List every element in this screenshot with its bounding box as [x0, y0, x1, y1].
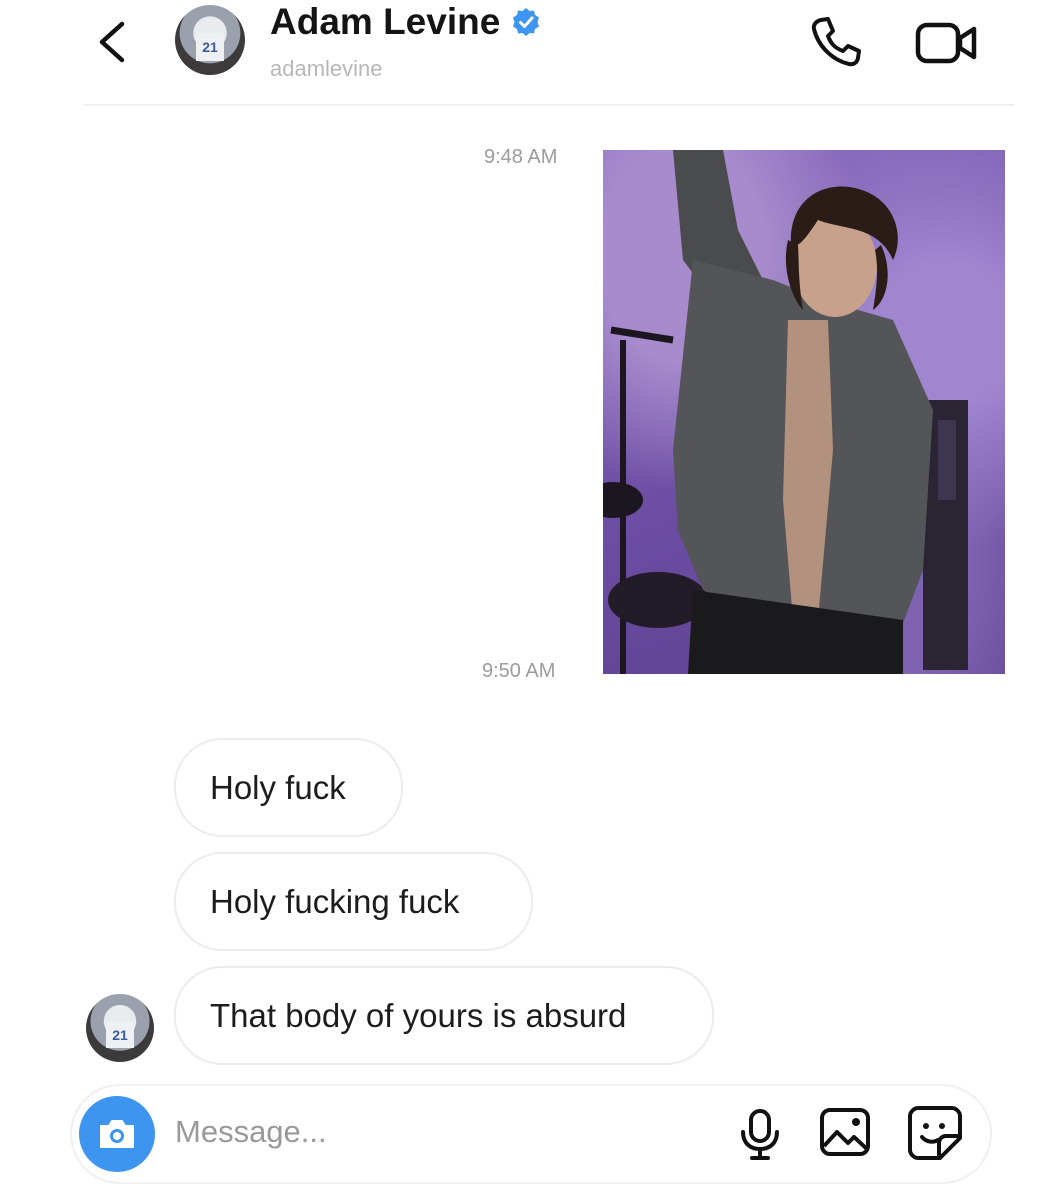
contact-name: Adam Levine [270, 1, 501, 42]
avatar[interactable]: 21 [175, 5, 245, 75]
avatar-jersey-number: 21 [196, 33, 224, 61]
chat-title[interactable]: Adam Levine [270, 1, 542, 43]
chevron-left-icon[interactable] [92, 20, 132, 64]
image-gallery-icon[interactable] [818, 1104, 874, 1160]
verified-badge-icon [513, 8, 540, 36]
avatar-jersey-number: 21 [106, 1021, 134, 1049]
message-timestamp: 9:50 AM [482, 660, 556, 682]
header-divider [84, 104, 1014, 106]
received-message-bubble[interactable]: Holy fuck [174, 738, 403, 837]
message-text: Holy fuck [210, 768, 346, 806]
message-input[interactable]: Message... [175, 1114, 327, 1150]
phone-icon[interactable] [808, 14, 864, 70]
sent-photo-message[interactable] [603, 150, 1005, 674]
concert-photo [603, 150, 968, 674]
camera-icon [100, 1120, 134, 1148]
message-text: That body of yours is absurd [210, 996, 627, 1034]
contact-username: adamlevine [270, 56, 383, 81]
received-message-bubble[interactable]: That body of yours is absurd [174, 966, 714, 1065]
message-text: Holy fucking fuck [210, 882, 460, 920]
sticker-icon[interactable] [906, 1104, 964, 1162]
video-camera-icon[interactable] [914, 18, 980, 68]
microphone-icon[interactable] [738, 1108, 782, 1162]
received-message-bubble[interactable]: Holy fucking fuck [174, 852, 533, 951]
message-timestamp: 9:48 AM [484, 146, 558, 168]
camera-button[interactable] [79, 1096, 155, 1172]
sender-avatar[interactable]: 21 [86, 994, 154, 1062]
